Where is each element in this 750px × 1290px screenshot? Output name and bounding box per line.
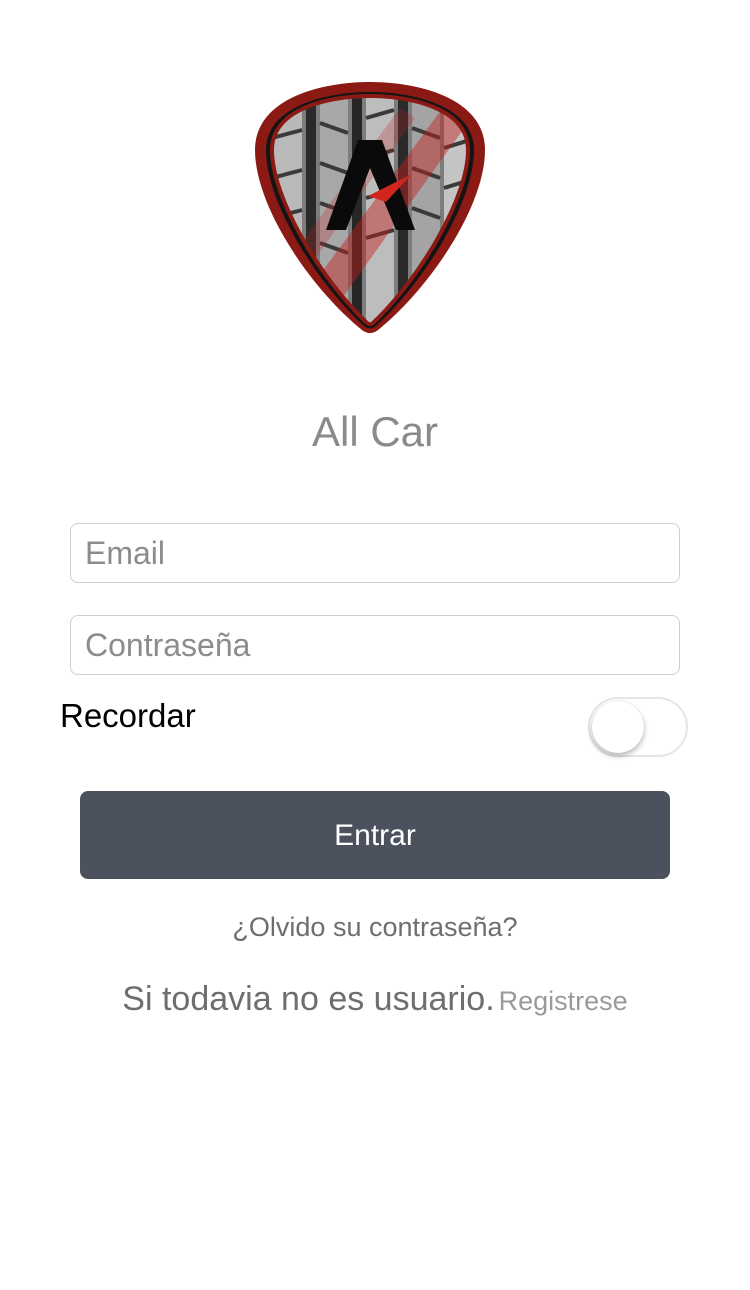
app-logo <box>250 78 490 333</box>
password-field[interactable] <box>71 616 679 674</box>
signup-link[interactable]: Registrese <box>499 986 628 1016</box>
shield-tire-logo-icon <box>255 82 485 333</box>
remember-label: Recordar <box>60 697 196 734</box>
remember-toggle[interactable] <box>588 697 688 757</box>
email-field[interactable] <box>71 524 679 582</box>
forgot-password-link[interactable]: ¿Olvido su contraseña? <box>0 912 750 943</box>
app-title: All Car <box>311 408 439 455</box>
password-field-wrapper <box>70 615 680 675</box>
signup-prompt: Si todavia no es usuario. <box>122 980 495 1018</box>
toggle-knob <box>592 701 644 753</box>
login-button[interactable]: Entrar <box>80 791 670 879</box>
email-field-wrapper <box>70 523 680 583</box>
signup-row: Si todavia no es usuario. Registrese <box>0 980 750 1019</box>
